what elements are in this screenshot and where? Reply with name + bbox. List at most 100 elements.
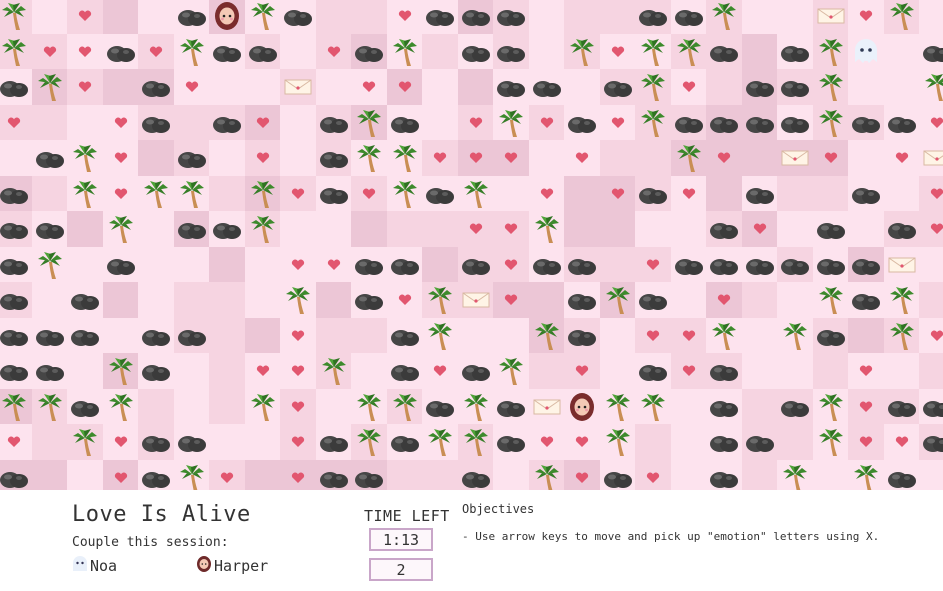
heart-icon[interactable] bbox=[493, 282, 529, 318]
heart-icon[interactable] bbox=[280, 353, 316, 389]
rock-icon bbox=[564, 105, 600, 141]
heart-icon[interactable] bbox=[848, 424, 884, 460]
heart-icon[interactable] bbox=[458, 105, 494, 141]
heart-icon[interactable] bbox=[919, 318, 943, 354]
heart-icon[interactable] bbox=[103, 176, 139, 212]
heart-icon[interactable] bbox=[671, 353, 707, 389]
heart-icon[interactable] bbox=[0, 424, 32, 460]
rock-icon bbox=[635, 282, 671, 318]
palm-tree-icon bbox=[600, 424, 636, 460]
floor-tile bbox=[315, 317, 352, 354]
heart-icon[interactable] bbox=[387, 0, 423, 34]
heart-icon[interactable] bbox=[174, 69, 210, 105]
heart-icon[interactable] bbox=[919, 211, 943, 247]
heart-icon[interactable] bbox=[316, 247, 352, 283]
heart-icon[interactable] bbox=[529, 105, 565, 141]
heart-icon[interactable] bbox=[422, 353, 458, 389]
heart-icon[interactable] bbox=[209, 460, 245, 491]
palm-tree-icon bbox=[777, 318, 813, 354]
heart-icon[interactable] bbox=[884, 140, 920, 176]
letter-icon[interactable] bbox=[458, 282, 494, 318]
heart-icon[interactable] bbox=[245, 105, 281, 141]
palm-tree-icon bbox=[600, 282, 636, 318]
heart-icon[interactable] bbox=[564, 424, 600, 460]
heart-icon[interactable] bbox=[351, 176, 387, 212]
heart-icon[interactable] bbox=[245, 140, 281, 176]
heart-icon[interactable] bbox=[919, 105, 943, 141]
heart-icon[interactable] bbox=[493, 211, 529, 247]
floor-tile bbox=[173, 282, 210, 318]
heart-icon[interactable] bbox=[493, 140, 529, 176]
heart-icon[interactable] bbox=[671, 176, 707, 212]
heart-icon[interactable] bbox=[103, 105, 139, 141]
heart-icon[interactable] bbox=[919, 176, 943, 212]
heart-icon[interactable] bbox=[351, 69, 387, 105]
heart-icon[interactable] bbox=[529, 424, 565, 460]
heart-icon[interactable] bbox=[245, 353, 281, 389]
heart-icon[interactable] bbox=[103, 424, 139, 460]
letter-icon[interactable] bbox=[813, 0, 849, 34]
heart-icon[interactable] bbox=[848, 389, 884, 425]
letter-icon[interactable] bbox=[777, 140, 813, 176]
heart-icon[interactable] bbox=[280, 318, 316, 354]
letter-icon[interactable] bbox=[919, 140, 943, 176]
heart-icon[interactable] bbox=[848, 353, 884, 389]
heart-icon[interactable] bbox=[706, 140, 742, 176]
rock-icon bbox=[138, 424, 174, 460]
heart-icon[interactable] bbox=[600, 176, 636, 212]
heart-icon[interactable] bbox=[671, 69, 707, 105]
heart-icon[interactable] bbox=[564, 353, 600, 389]
heart-icon[interactable] bbox=[564, 140, 600, 176]
palm-tree-icon bbox=[0, 34, 32, 70]
heart-icon[interactable] bbox=[138, 34, 174, 70]
heart-icon[interactable] bbox=[280, 424, 316, 460]
rock-icon bbox=[777, 247, 813, 283]
heart-icon[interactable] bbox=[706, 282, 742, 318]
time-left-value: 1:13 bbox=[369, 528, 433, 551]
heart-icon[interactable] bbox=[635, 460, 671, 491]
heart-icon[interactable] bbox=[103, 460, 139, 491]
heart-icon[interactable] bbox=[280, 389, 316, 425]
rock-icon bbox=[742, 105, 778, 141]
heart-icon[interactable] bbox=[848, 0, 884, 34]
heart-icon[interactable] bbox=[280, 460, 316, 491]
heart-icon[interactable] bbox=[529, 176, 565, 212]
heart-icon[interactable] bbox=[458, 211, 494, 247]
heart-icon[interactable] bbox=[103, 140, 139, 176]
heart-icon[interactable] bbox=[67, 69, 103, 105]
heart-icon[interactable] bbox=[813, 140, 849, 176]
heart-icon[interactable] bbox=[32, 34, 68, 70]
letter-icon[interactable] bbox=[884, 247, 920, 283]
heart-icon[interactable] bbox=[742, 211, 778, 247]
game-board[interactable] bbox=[0, 0, 943, 490]
heart-icon[interactable] bbox=[280, 176, 316, 212]
floor-tile bbox=[741, 282, 778, 318]
heart-icon[interactable] bbox=[635, 247, 671, 283]
heart-icon[interactable] bbox=[316, 34, 352, 70]
heart-icon[interactable] bbox=[884, 424, 920, 460]
heart-icon[interactable] bbox=[0, 105, 32, 141]
heart-icon[interactable] bbox=[387, 69, 423, 105]
palm-tree-icon bbox=[387, 389, 423, 425]
palm-tree-icon bbox=[458, 176, 494, 212]
heart-icon[interactable] bbox=[493, 247, 529, 283]
rock-icon bbox=[387, 318, 423, 354]
palm-tree-icon bbox=[245, 176, 281, 212]
heart-icon[interactable] bbox=[564, 460, 600, 491]
heart-icon[interactable] bbox=[387, 282, 423, 318]
rock-icon bbox=[387, 105, 423, 141]
floor-tile bbox=[244, 282, 281, 318]
heart-icon[interactable] bbox=[280, 247, 316, 283]
heart-icon[interactable] bbox=[600, 105, 636, 141]
heart-icon[interactable] bbox=[600, 34, 636, 70]
heart-icon[interactable] bbox=[67, 0, 103, 34]
heart-icon[interactable] bbox=[422, 140, 458, 176]
rock-icon bbox=[848, 282, 884, 318]
rock-icon bbox=[884, 105, 920, 141]
heart-icon[interactable] bbox=[635, 318, 671, 354]
letter-icon[interactable] bbox=[280, 69, 316, 105]
heart-icon[interactable] bbox=[458, 140, 494, 176]
letter-icon[interactable] bbox=[529, 389, 565, 425]
heart-icon[interactable] bbox=[671, 318, 707, 354]
heart-icon[interactable] bbox=[67, 34, 103, 70]
